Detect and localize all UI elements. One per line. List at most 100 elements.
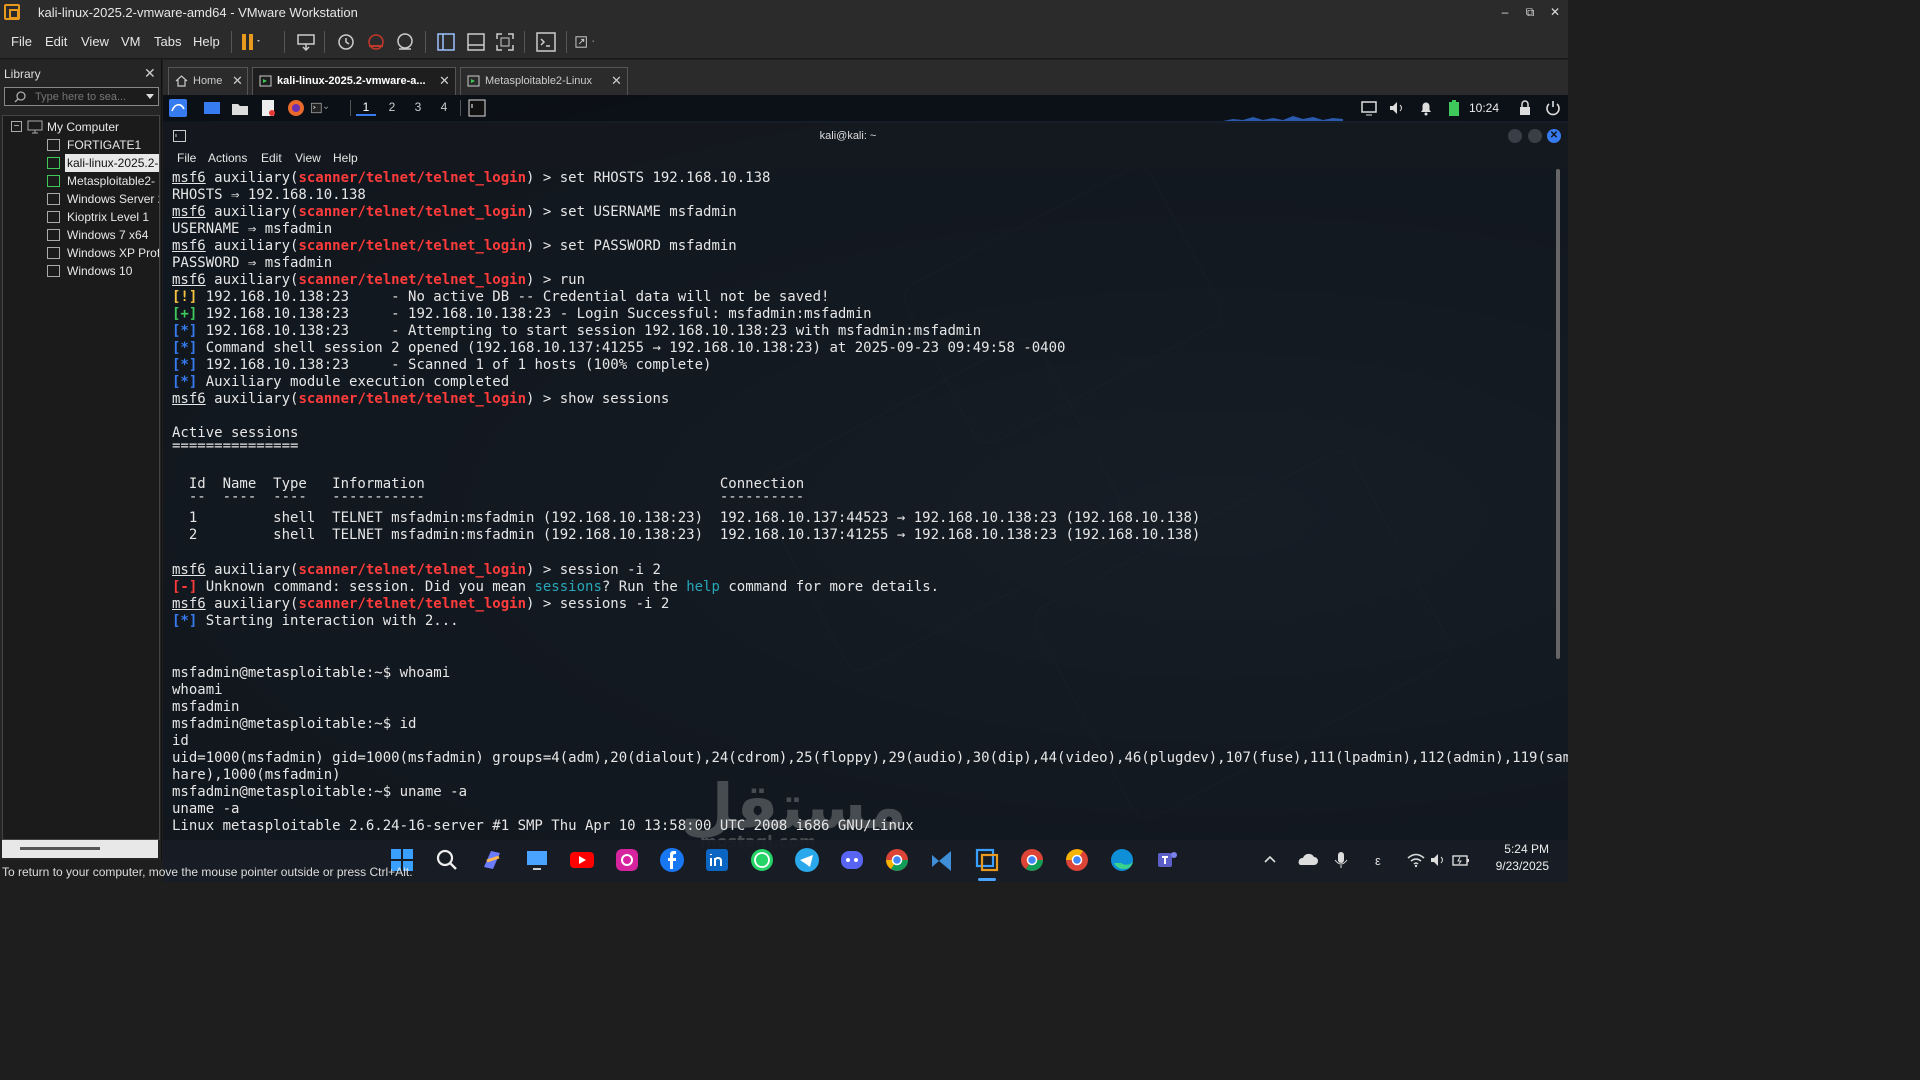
terminal-menu-view[interactable]: View — [295, 151, 321, 165]
teams-icon[interactable] — [1154, 847, 1180, 873]
tab-close-icon[interactable]: ✕ — [232, 73, 243, 89]
vm-item-windows-xp[interactable]: Windows XP Prof — [47, 244, 159, 262]
menu-tabs[interactable]: Tabs — [154, 34, 181, 49]
revert-snapshot-icon[interactable] — [363, 30, 389, 54]
minimize-button[interactable]: – — [1493, 2, 1517, 22]
workspace-4[interactable]: 4 — [434, 100, 454, 114]
terminal-window-icon[interactable] — [468, 99, 486, 117]
tab-metasploitable2[interactable]: Metasploitable2-Linux ✕ — [460, 67, 628, 95]
library-close-button[interactable]: ✕ — [144, 65, 156, 82]
text-editor-icon[interactable] — [259, 99, 277, 117]
library-toggle-icon[interactable] — [433, 30, 459, 54]
file-manager-icon[interactable] — [231, 99, 249, 117]
youtube-icon[interactable] — [569, 847, 595, 873]
tab-close-icon[interactable]: ✕ — [439, 73, 450, 89]
vm-item-kioptrix[interactable]: Kioptrix Level 1 — [47, 208, 159, 226]
instagram-icon[interactable] — [614, 847, 640, 873]
restore-button[interactable]: ⧉ — [1518, 2, 1542, 22]
chrome-icon[interactable] — [884, 847, 910, 873]
onedrive-icon[interactable] — [1296, 850, 1318, 870]
lock-screen-icon[interactable] — [1516, 99, 1534, 117]
tab-close-icon[interactable]: ✕ — [611, 73, 622, 89]
battery-charging-icon[interactable] — [1451, 850, 1471, 870]
terminal-menu-actions[interactable]: Actions — [208, 151, 247, 165]
telegram-icon[interactable] — [794, 847, 820, 873]
show-desktop-icon[interactable] — [203, 99, 221, 117]
terminal-menu-file[interactable]: File — [177, 151, 196, 165]
terminal-menu-help[interactable]: Help — [333, 151, 358, 165]
display-icon[interactable] — [1360, 99, 1378, 117]
vm-icon — [47, 229, 60, 241]
workspace-2[interactable]: 2 — [382, 100, 402, 114]
speaker-icon[interactable] — [1429, 850, 1449, 870]
library-scrollbar[interactable] — [2, 840, 158, 858]
chevron-up-icon[interactable] — [1262, 850, 1278, 870]
input-language-indicator[interactable]: ε — [1375, 853, 1381, 868]
panel-clock[interactable]: 10:24 — [1469, 101, 1499, 115]
copilot-icon[interactable] — [479, 847, 505, 873]
stretch-guest-icon[interactable] — [574, 30, 600, 54]
menu-vm[interactable]: VM — [121, 34, 141, 49]
vm-display[interactable]: 1 2 3 4 10:24 kali@kali: ~ ✕ File Action… — [163, 95, 1568, 860]
vm-label: Windows 7 x64 — [67, 228, 149, 242]
terminal-titlebar[interactable]: kali@kali: ~ ✕ — [163, 123, 1568, 149]
vm-item-fortigate1[interactable]: FORTIGATE1 — [47, 136, 159, 154]
collapse-icon[interactable]: − — [11, 121, 22, 132]
tab-home[interactable]: Home ✕ — [168, 67, 248, 95]
vm-item-metasploitable2[interactable]: Metasploitable2- — [47, 172, 159, 190]
terminal-menu-edit[interactable]: Edit — [261, 151, 282, 165]
notifications-bell-icon[interactable] — [1417, 99, 1435, 117]
title-bar: kali-linux-2025.2-vmware-amd64 - VMware … — [0, 0, 1568, 25]
terminal-close-button[interactable]: ✕ — [1547, 129, 1561, 143]
menu-help[interactable]: Help — [193, 34, 220, 49]
workspace-3[interactable]: 3 — [408, 100, 428, 114]
terminal-minimize-button[interactable] — [1508, 129, 1522, 143]
workspace-1[interactable]: 1 — [356, 100, 376, 116]
terminal-launcher-icon[interactable] — [311, 99, 329, 117]
terminal-output[interactable]: msf6 auxiliary(scanner/telnet/telnet_log… — [163, 169, 1568, 860]
search-icon[interactable] — [434, 847, 460, 873]
vmware-workstation-icon[interactable] — [974, 847, 1000, 873]
chrome-profile-icon[interactable] — [1019, 847, 1045, 873]
battery-icon[interactable] — [1445, 99, 1463, 117]
chrome-profile-2-icon[interactable] — [1064, 847, 1090, 873]
menu-view[interactable]: View — [81, 34, 109, 49]
scrollbar-thumb[interactable] — [20, 847, 100, 850]
volume-icon[interactable] — [1388, 99, 1406, 117]
vm-item-windows-server[interactable]: Windows Server 2 — [47, 190, 159, 208]
linkedin-icon[interactable] — [704, 847, 730, 873]
whatsapp-icon[interactable] — [749, 847, 775, 873]
visual-studio-icon[interactable] — [929, 847, 955, 873]
vm-item-windows-10[interactable]: Windows 10 — [47, 262, 159, 280]
close-window-button[interactable]: ✕ — [1543, 2, 1567, 22]
taskbar-date[interactable]: 9/23/2025 — [1488, 859, 1549, 873]
terminal-line: hare),1000(msfadmin) — [172, 767, 341, 783]
full-screen-icon[interactable] — [492, 30, 518, 54]
menu-edit[interactable]: Edit — [45, 34, 67, 49]
snapshot-manager-icon[interactable] — [392, 30, 418, 54]
console-view-icon[interactable] — [533, 30, 559, 54]
desktop-icon[interactable] — [524, 847, 550, 873]
discord-icon[interactable] — [839, 847, 865, 873]
pause-icon[interactable] — [237, 30, 263, 54]
terminal-scrollbar[interactable] — [1556, 169, 1560, 659]
microphone-icon[interactable] — [1331, 850, 1351, 870]
thumbnail-bar-icon[interactable] — [463, 30, 489, 54]
wifi-icon[interactable] — [1406, 850, 1426, 870]
vm-item-windows-7[interactable]: Windows 7 x64 — [47, 226, 159, 244]
vm-item-kali[interactable]: kali-linux-2025.2- — [47, 154, 159, 172]
terminal-maximize-button[interactable] — [1528, 129, 1542, 143]
kali-menu-icon[interactable] — [169, 99, 187, 117]
tab-kali[interactable]: kali-linux-2025.2-vmware-a... ✕ — [252, 67, 456, 95]
library-search-input[interactable] — [35, 89, 143, 104]
firefox-icon[interactable] — [287, 99, 305, 117]
power-icon[interactable] — [1544, 99, 1562, 117]
facebook-icon[interactable] — [659, 847, 685, 873]
send-ctrl-alt-del-icon[interactable] — [293, 30, 319, 54]
taskbar-time[interactable]: 5:24 PM — [1503, 842, 1549, 856]
chevron-down-icon[interactable] — [145, 93, 155, 101]
edge-icon[interactable] — [1109, 847, 1135, 873]
menu-file[interactable]: File — [11, 34, 32, 49]
snapshot-icon[interactable] — [333, 30, 359, 54]
tree-root-my-computer[interactable]: − My Computer — [11, 118, 159, 136]
